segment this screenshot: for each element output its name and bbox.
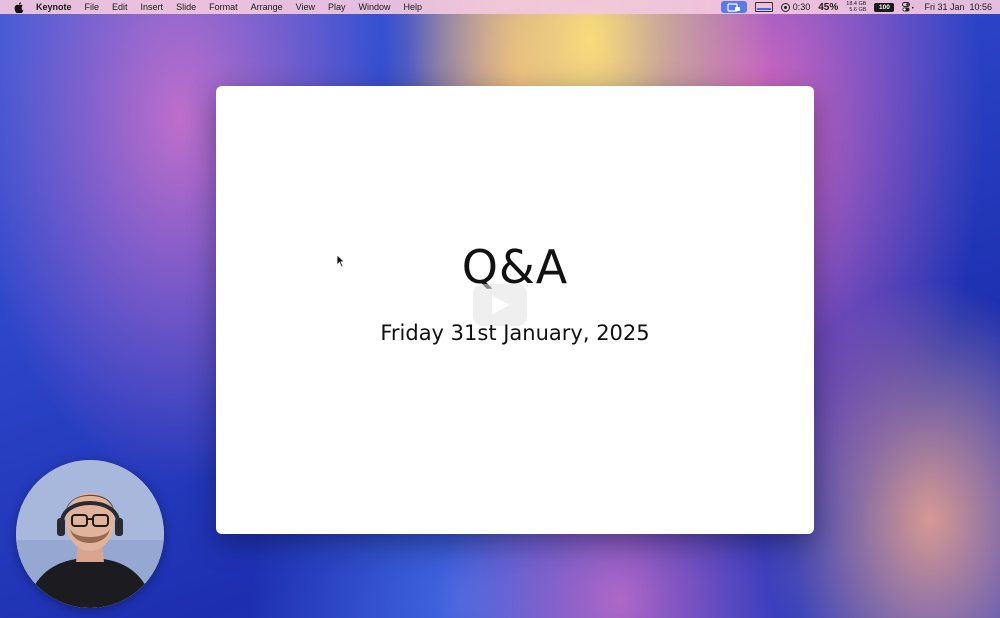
- screen-share-icon[interactable]: [720, 1, 747, 13]
- play-icon[interactable]: [473, 284, 527, 326]
- menu-play[interactable]: Play: [328, 0, 346, 14]
- clock[interactable]: Fri 31 Jan 10:56: [924, 2, 992, 12]
- menu-file[interactable]: File: [85, 0, 100, 14]
- menu-help[interactable]: Help: [404, 0, 423, 14]
- menu-slide[interactable]: Slide: [176, 0, 196, 14]
- cpu-percent[interactable]: 45%: [818, 2, 838, 13]
- recording-timer: 0:30: [792, 2, 811, 12]
- control-center-icon[interactable]: •: [902, 2, 916, 12]
- slide-subtitle: Friday 31st January, 2025: [380, 321, 650, 345]
- battery-icon[interactable]: 100: [874, 2, 895, 12]
- menu-edit[interactable]: Edit: [112, 0, 128, 14]
- keynote-slide[interactable]: Q&A Friday 31st January, 2025: [216, 86, 814, 534]
- memory-stats[interactable]: 18.4 GB 5.6 GB: [846, 1, 866, 13]
- menu-window[interactable]: Window: [359, 0, 391, 14]
- recording-status[interactable]: 0:30: [780, 2, 811, 12]
- menu-arrange[interactable]: Arrange: [251, 0, 283, 14]
- menu-view[interactable]: View: [296, 0, 315, 14]
- menu-app-keynote[interactable]: Keynote: [36, 0, 72, 14]
- presenter-avatar: [16, 460, 164, 608]
- menu-format[interactable]: Format: [209, 0, 238, 14]
- apple-icon[interactable]: [12, 0, 26, 14]
- display-icon[interactable]: [754, 2, 773, 12]
- svg-text:•: •: [911, 5, 915, 12]
- menu-bar: Keynote File Edit Insert Slide Format Ar…: [0, 0, 1000, 14]
- memory-bottom: 5.6 GB: [849, 7, 867, 13]
- status-area: 0:30 45% 18.4 GB 5.6 GB 100 • Fri 31 Jan…: [720, 0, 992, 14]
- menu-insert[interactable]: Insert: [141, 0, 164, 14]
- record-icon: [780, 2, 790, 12]
- webcam-overlay: [16, 460, 164, 608]
- cursor-icon: [336, 254, 346, 268]
